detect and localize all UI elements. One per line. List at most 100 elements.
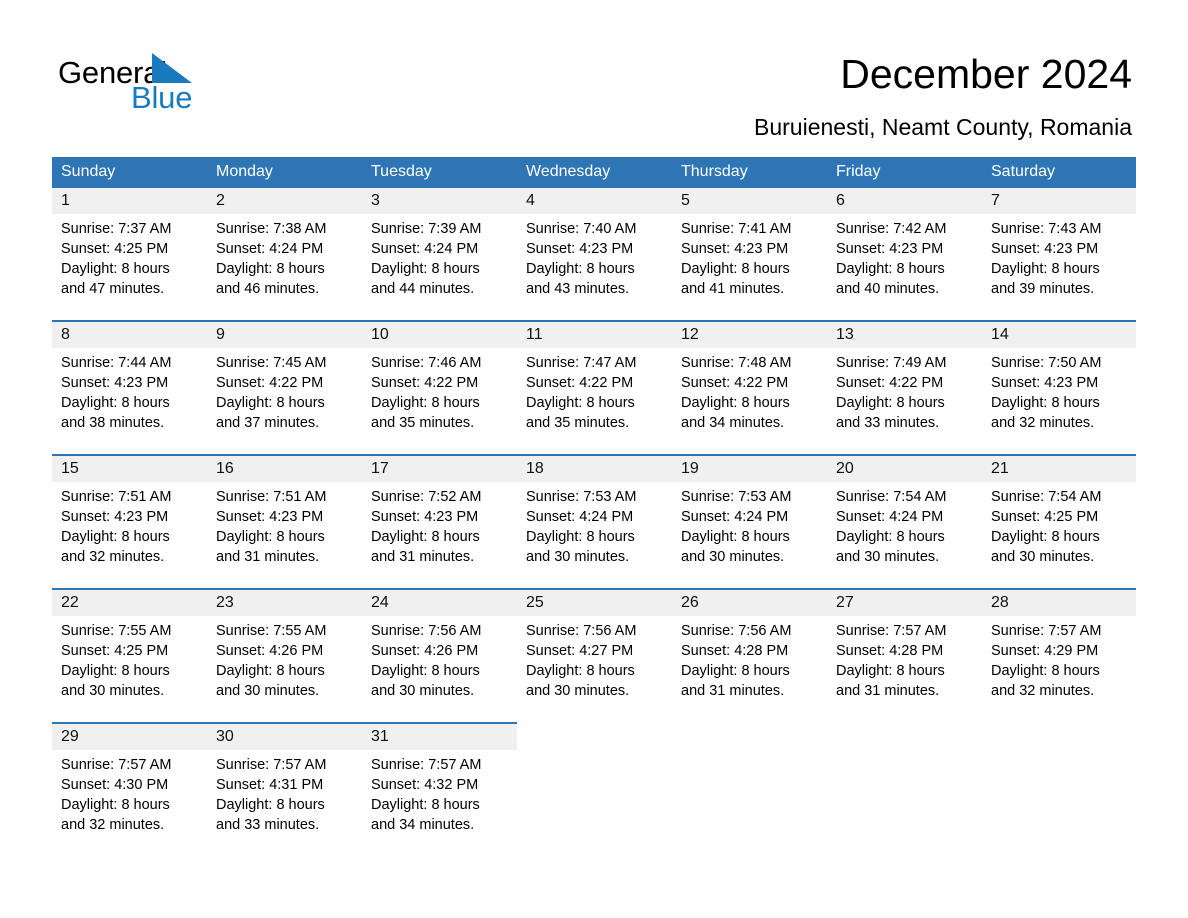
sunrise-text: Sunrise: 7:54 AM: [836, 489, 947, 505]
calendar-body: 1 2 3 4 5 6 7 Sunrise: 7:37 AM Sunset: 4…: [52, 188, 1136, 856]
day-number[interactable]: 22: [52, 588, 207, 616]
sunrise-text: Sunrise: 7:56 AM: [371, 623, 482, 639]
day-number[interactable]: 14: [982, 320, 1136, 348]
day-number[interactable]: 10: [362, 320, 517, 348]
day-number[interactable]: 30: [207, 722, 362, 750]
daylight-text-cont: and 43 minutes.: [526, 281, 630, 297]
week-3-daynum-row: 15 16 17 18 19 20 21: [52, 454, 1136, 482]
sunrise-text: Sunrise: 7:42 AM: [836, 221, 947, 237]
day-number[interactable]: 28: [982, 588, 1136, 616]
day-number[interactable]: 25: [517, 588, 672, 616]
day-number-empty: [982, 722, 1136, 750]
daylight-text-cont: and 41 minutes.: [681, 281, 785, 297]
day-cell[interactable]: Sunrise: 7:41 AM Sunset: 4:23 PM Dayligh…: [672, 214, 827, 321]
day-cell[interactable]: Sunrise: 7:56 AM Sunset: 4:26 PM Dayligh…: [362, 616, 517, 723]
sunrise-text: Sunrise: 7:43 AM: [991, 221, 1102, 237]
day-cell[interactable]: Sunrise: 7:38 AM Sunset: 4:24 PM Dayligh…: [207, 214, 362, 321]
day-cell[interactable]: Sunrise: 7:55 AM Sunset: 4:26 PM Dayligh…: [207, 616, 362, 723]
day-cell[interactable]: Sunrise: 7:37 AM Sunset: 4:25 PM Dayligh…: [52, 214, 207, 321]
sunset-text: Sunset: 4:22 PM: [216, 375, 324, 391]
sunrise-text: Sunrise: 7:46 AM: [371, 355, 482, 371]
daylight-text-cont: and 46 minutes.: [216, 281, 320, 297]
day-number[interactable]: 12: [672, 320, 827, 348]
day-number[interactable]: 3: [362, 188, 517, 214]
day-cell[interactable]: Sunrise: 7:55 AM Sunset: 4:25 PM Dayligh…: [52, 616, 207, 723]
week-2-daynum-row: 8 9 10 11 12 13 14: [52, 320, 1136, 348]
day-cell[interactable]: Sunrise: 7:56 AM Sunset: 4:27 PM Dayligh…: [517, 616, 672, 723]
daylight-text: Daylight: 8 hours: [216, 261, 325, 277]
day-number[interactable]: 7: [982, 188, 1136, 214]
daylight-text-cont: and 39 minutes.: [991, 281, 1095, 297]
weekday-header-row: Sunday Monday Tuesday Wednesday Thursday…: [52, 157, 1136, 188]
general-blue-logo[interactable]: General Blue: [58, 52, 318, 122]
sunrise-text: Sunrise: 7:54 AM: [991, 489, 1102, 505]
day-cell[interactable]: Sunrise: 7:57 AM Sunset: 4:28 PM Dayligh…: [827, 616, 982, 723]
day-number[interactable]: 23: [207, 588, 362, 616]
day-number[interactable]: 17: [362, 454, 517, 482]
day-cell[interactable]: Sunrise: 7:56 AM Sunset: 4:28 PM Dayligh…: [672, 616, 827, 723]
day-number[interactable]: 13: [827, 320, 982, 348]
daylight-text: Daylight: 8 hours: [371, 797, 480, 813]
day-cell[interactable]: Sunrise: 7:50 AM Sunset: 4:23 PM Dayligh…: [982, 348, 1136, 455]
day-number[interactable]: 5: [672, 188, 827, 214]
day-cell[interactable]: Sunrise: 7:53 AM Sunset: 4:24 PM Dayligh…: [672, 482, 827, 589]
daylight-text: Daylight: 8 hours: [681, 395, 790, 411]
day-cell[interactable]: Sunrise: 7:52 AM Sunset: 4:23 PM Dayligh…: [362, 482, 517, 589]
day-number[interactable]: 1: [52, 188, 207, 214]
day-cell-empty: [827, 750, 982, 856]
day-cell[interactable]: Sunrise: 7:57 AM Sunset: 4:31 PM Dayligh…: [207, 750, 362, 856]
day-cell[interactable]: Sunrise: 7:44 AM Sunset: 4:23 PM Dayligh…: [52, 348, 207, 455]
day-number[interactable]: 16: [207, 454, 362, 482]
sunrise-text: Sunrise: 7:41 AM: [681, 221, 792, 237]
daylight-text: Daylight: 8 hours: [216, 529, 325, 545]
weekday-header-thursday: Thursday: [672, 157, 827, 188]
day-cell[interactable]: Sunrise: 7:39 AM Sunset: 4:24 PM Dayligh…: [362, 214, 517, 321]
daylight-text: Daylight: 8 hours: [991, 529, 1100, 545]
day-cell-empty: [672, 750, 827, 856]
sunrise-text: Sunrise: 7:37 AM: [61, 221, 172, 237]
day-number[interactable]: 20: [827, 454, 982, 482]
day-cell[interactable]: Sunrise: 7:42 AM Sunset: 4:23 PM Dayligh…: [827, 214, 982, 321]
day-cell[interactable]: Sunrise: 7:54 AM Sunset: 4:24 PM Dayligh…: [827, 482, 982, 589]
sunset-text: Sunset: 4:22 PM: [681, 375, 789, 391]
day-number[interactable]: 21: [982, 454, 1136, 482]
day-number[interactable]: 24: [362, 588, 517, 616]
day-number[interactable]: 29: [52, 722, 207, 750]
daylight-text-cont: and 30 minutes.: [526, 549, 630, 565]
calendar-grid: Sunday Monday Tuesday Wednesday Thursday…: [52, 157, 1136, 856]
day-number[interactable]: 18: [517, 454, 672, 482]
day-cell[interactable]: Sunrise: 7:49 AM Sunset: 4:22 PM Dayligh…: [827, 348, 982, 455]
day-number[interactable]: 11: [517, 320, 672, 348]
day-number[interactable]: 9: [207, 320, 362, 348]
day-cell[interactable]: Sunrise: 7:51 AM Sunset: 4:23 PM Dayligh…: [207, 482, 362, 589]
day-cell[interactable]: Sunrise: 7:57 AM Sunset: 4:32 PM Dayligh…: [362, 750, 517, 856]
day-cell[interactable]: Sunrise: 7:47 AM Sunset: 4:22 PM Dayligh…: [517, 348, 672, 455]
day-cell[interactable]: Sunrise: 7:45 AM Sunset: 4:22 PM Dayligh…: [207, 348, 362, 455]
daylight-text: Daylight: 8 hours: [991, 395, 1100, 411]
day-cell[interactable]: Sunrise: 7:46 AM Sunset: 4:22 PM Dayligh…: [362, 348, 517, 455]
sunrise-text: Sunrise: 7:39 AM: [371, 221, 482, 237]
week-2-info-row: Sunrise: 7:44 AM Sunset: 4:23 PM Dayligh…: [52, 348, 1136, 455]
day-number[interactable]: 31: [362, 722, 517, 750]
sunrise-text: Sunrise: 7:38 AM: [216, 221, 327, 237]
day-number[interactable]: 19: [672, 454, 827, 482]
daylight-text-cont: and 30 minutes.: [836, 549, 940, 565]
day-cell[interactable]: Sunrise: 7:40 AM Sunset: 4:23 PM Dayligh…: [517, 214, 672, 321]
day-cell[interactable]: Sunrise: 7:54 AM Sunset: 4:25 PM Dayligh…: [982, 482, 1136, 589]
day-number[interactable]: 6: [827, 188, 982, 214]
day-cell[interactable]: Sunrise: 7:43 AM Sunset: 4:23 PM Dayligh…: [982, 214, 1136, 321]
day-cell[interactable]: Sunrise: 7:57 AM Sunset: 4:29 PM Dayligh…: [982, 616, 1136, 723]
day-number[interactable]: 4: [517, 188, 672, 214]
day-number[interactable]: 27: [827, 588, 982, 616]
day-number[interactable]: 15: [52, 454, 207, 482]
day-cell[interactable]: Sunrise: 7:48 AM Sunset: 4:22 PM Dayligh…: [672, 348, 827, 455]
sunset-text: Sunset: 4:24 PM: [216, 241, 324, 257]
day-cell[interactable]: Sunrise: 7:53 AM Sunset: 4:24 PM Dayligh…: [517, 482, 672, 589]
day-cell[interactable]: Sunrise: 7:51 AM Sunset: 4:23 PM Dayligh…: [52, 482, 207, 589]
sunset-text: Sunset: 4:23 PM: [371, 509, 479, 525]
day-number[interactable]: 8: [52, 320, 207, 348]
sunrise-text: Sunrise: 7:51 AM: [61, 489, 172, 505]
day-number[interactable]: 2: [207, 188, 362, 214]
day-number[interactable]: 26: [672, 588, 827, 616]
day-cell[interactable]: Sunrise: 7:57 AM Sunset: 4:30 PM Dayligh…: [52, 750, 207, 856]
